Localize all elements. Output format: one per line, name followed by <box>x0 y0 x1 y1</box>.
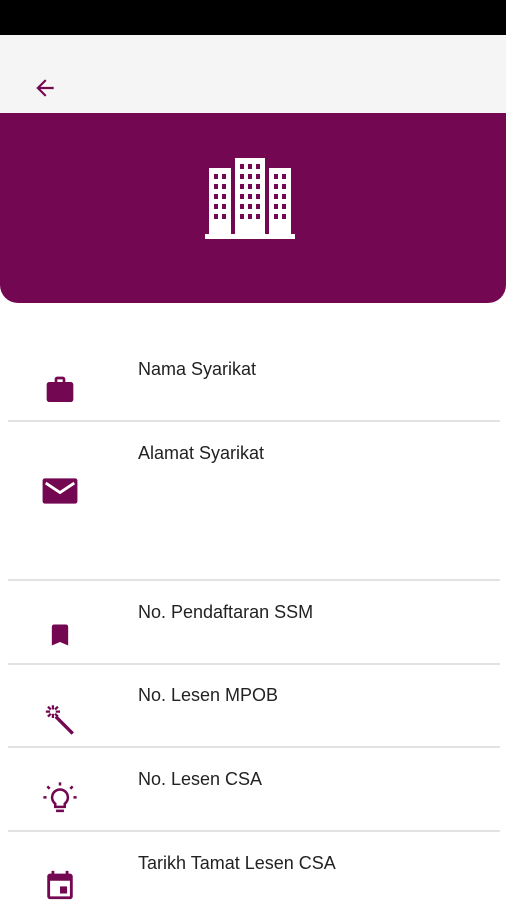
field-label: Tarikh Tamat Lesen CSA <box>138 853 336 873</box>
list-item-csa-license[interactable]: No. Lesen CSA <box>0 748 506 831</box>
company-header-banner <box>0 113 506 303</box>
list-item-mpob-license[interactable]: No. Lesen MPOB <box>0 665 506 747</box>
field-label: No. Pendaftaran SSM <box>138 602 314 622</box>
company-profile-screen: Nama Syarikat Alamat Syarikat No. Pendaf… <box>0 0 506 900</box>
building-icon <box>205 158 295 239</box>
field-label: Alamat Syarikat <box>138 443 265 463</box>
field-label: No. Lesen CSA <box>138 769 263 789</box>
field-label: No. Lesen MPOB <box>138 685 279 705</box>
list-item-csa-license-expiry[interactable]: Tarikh Tamat Lesen CSA <box>0 832 506 900</box>
bookmark-icon <box>40 618 80 652</box>
mail-icon <box>40 474 80 508</box>
lightbulb-icon <box>40 782 80 816</box>
list-item-ssm-registration[interactable]: No. Pendaftaran SSM <box>0 581 506 664</box>
arrow-back-icon <box>36 79 54 97</box>
list-item-company-address[interactable]: Alamat Syarikat <box>0 422 506 580</box>
app-bar <box>0 35 506 113</box>
list-item-company-name[interactable]: Nama Syarikat <box>0 303 506 421</box>
calendar-icon <box>40 868 80 900</box>
magic-wand-icon <box>40 701 80 735</box>
briefcase-icon <box>40 373 80 407</box>
back-button[interactable] <box>28 71 62 105</box>
status-bar <box>0 0 506 35</box>
field-label: Nama Syarikat <box>138 359 257 379</box>
